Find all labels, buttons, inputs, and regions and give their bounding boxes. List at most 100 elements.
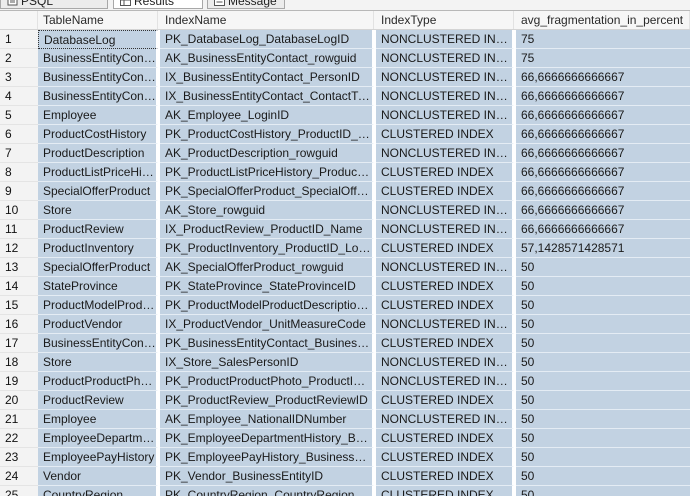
cell-avg-fragmentation[interactable]: 50 [516, 391, 690, 410]
cell-indexname[interactable]: PK_ProductCostHistory_ProductID_Star... [160, 125, 374, 144]
table-row[interactable]: 6 ProductCostHistory PK_ProductCostHistory… [0, 125, 690, 144]
column-header-indexname[interactable]: IndexName [160, 11, 374, 29]
cell-tablename[interactable]: BusinessEntityContact [38, 68, 158, 87]
cell-indexname[interactable]: PK_Vendor_BusinessEntityID [160, 467, 374, 486]
row-number[interactable]: 22 [0, 429, 38, 448]
row-number[interactable]: 12 [0, 239, 38, 258]
cell-tablename[interactable]: SpecialOfferProduct [38, 258, 158, 277]
cell-avg-fragmentation[interactable]: 75 [516, 49, 690, 68]
row-number[interactable]: 19 [0, 372, 38, 391]
cell-indextype[interactable]: NONCLUSTERED INDEX [376, 87, 514, 106]
cell-avg-fragmentation[interactable]: 66,6666666666667 [516, 220, 690, 239]
row-number[interactable]: 13 [0, 258, 38, 277]
cell-tablename[interactable]: Store [38, 353, 158, 372]
cell-avg-fragmentation[interactable]: 57,1428571428571 [516, 239, 690, 258]
cell-tablename[interactable]: Employee [38, 106, 158, 125]
cell-tablename[interactable]: StateProvince [38, 277, 158, 296]
row-number[interactable]: 16 [0, 315, 38, 334]
cell-avg-fragmentation[interactable]: 50 [516, 372, 690, 391]
table-row[interactable]: 18 Store IX_Store_SalesPersonID NONCLUSTERE… [0, 353, 690, 372]
cell-indexname[interactable]: PK_EmployeePayHistory_BusinessEntity... [160, 448, 374, 467]
cell-indexname[interactable]: IX_BusinessEntityContact_PersonID [160, 68, 374, 87]
row-number[interactable]: 24 [0, 467, 38, 486]
cell-indexname[interactable]: AK_Employee_NationalIDNumber [160, 410, 374, 429]
cell-avg-fragmentation[interactable]: 66,6666666666667 [516, 68, 690, 87]
cell-indextype[interactable]: CLUSTERED INDEX [376, 391, 514, 410]
results-grid[interactable]: TableName IndexName IndexType avg_fragme… [0, 11, 690, 496]
cell-indextype[interactable]: CLUSTERED INDEX [376, 239, 514, 258]
cell-indextype[interactable]: NONCLUSTERED INDEX [376, 106, 514, 125]
table-row[interactable]: 16 ProductVendor IX_ProductVendor_UnitMeas… [0, 315, 690, 334]
cell-tablename[interactable]: SpecialOfferProduct [38, 182, 158, 201]
row-number[interactable]: 21 [0, 410, 38, 429]
table-row[interactable]: 23 EmployeePayHistory PK_EmployeePayHistor… [0, 448, 690, 467]
cell-indextype[interactable]: NONCLUSTERED INDEX [376, 410, 514, 429]
cell-tablename[interactable]: CountryRegion [38, 486, 158, 496]
cell-avg-fragmentation[interactable]: 50 [516, 353, 690, 372]
cell-indextype[interactable]: CLUSTERED INDEX [376, 296, 514, 315]
cell-indextype[interactable]: CLUSTERED INDEX [376, 163, 514, 182]
cell-tablename[interactable]: Vendor [38, 467, 158, 486]
cell-tablename[interactable]: ProductCostHistory [38, 125, 158, 144]
cell-avg-fragmentation[interactable]: 66,6666666666667 [516, 106, 690, 125]
table-row[interactable]: 17 BusinessEntityContact PK_BusinessEntity… [0, 334, 690, 353]
cell-indexname[interactable]: PK_SpecialOfferProduct_SpecialOfferID... [160, 182, 374, 201]
cell-avg-fragmentation[interactable]: 66,6666666666667 [516, 201, 690, 220]
table-row[interactable]: 20 ProductReview PK_ProductReview_ProductR… [0, 391, 690, 410]
table-row[interactable]: 7 ProductDescription AK_ProductDescription… [0, 144, 690, 163]
cell-indexname[interactable]: AK_ProductDescription_rowguid [160, 144, 374, 163]
table-row[interactable]: 24 Vendor PK_Vendor_BusinessEntityID CLUSTE… [0, 467, 690, 486]
column-header-indextype[interactable]: IndexType [376, 11, 514, 29]
cell-tablename[interactable]: ProductDescription [38, 144, 158, 163]
cell-tablename[interactable]: Store [38, 201, 158, 220]
cell-tablename[interactable]: EmployeePayHistory [38, 448, 158, 467]
row-number[interactable]: 11 [0, 220, 38, 239]
tab-results[interactable]: Results [113, 0, 203, 9]
cell-avg-fragmentation[interactable]: 66,6666666666667 [516, 125, 690, 144]
cell-indextype[interactable]: NONCLUSTERED INDEX [376, 372, 514, 391]
cell-indexname[interactable]: IX_BusinessEntityContact_ContactTypeID [160, 87, 374, 106]
cell-tablename[interactable]: ProductReview [38, 391, 158, 410]
table-row[interactable]: 11 ProductReview IX_ProductReview_ProductI… [0, 220, 690, 239]
cell-avg-fragmentation[interactable]: 50 [516, 334, 690, 353]
table-row[interactable]: 9 SpecialOfferProduct PK_SpecialOfferProdu… [0, 182, 690, 201]
cell-indexname[interactable]: PK_CountryRegion_CountryRegionCode [160, 486, 374, 496]
row-number[interactable]: 23 [0, 448, 38, 467]
row-number[interactable]: 6 [0, 125, 38, 144]
cell-avg-fragmentation[interactable]: 50 [516, 448, 690, 467]
cell-indextype[interactable]: NONCLUSTERED INDEX [376, 68, 514, 87]
cell-indextype[interactable]: NONCLUSTERED INDEX [376, 315, 514, 334]
cell-indexname[interactable]: PK_StateProvince_StateProvinceID [160, 277, 374, 296]
cell-indextype[interactable]: CLUSTERED INDEX [376, 125, 514, 144]
table-row[interactable]: 25 CountryRegion PK_CountryRegion_CountryR… [0, 486, 690, 496]
cell-tablename[interactable]: ProductModelProdu... [38, 296, 158, 315]
row-number[interactable]: 10 [0, 201, 38, 220]
cell-avg-fragmentation[interactable]: 50 [516, 315, 690, 334]
cell-indextype[interactable]: CLUSTERED INDEX [376, 277, 514, 296]
cell-indexname[interactable]: PK_EmployeeDepartmentHistory_Busine... [160, 429, 374, 448]
cell-indextype[interactable]: NONCLUSTERED INDEX [376, 201, 514, 220]
column-header-tablename[interactable]: TableName [38, 11, 158, 29]
cell-avg-fragmentation[interactable]: 50 [516, 258, 690, 277]
cell-tablename[interactable]: ProductListPriceHist... [38, 163, 158, 182]
cell-indextype[interactable]: CLUSTERED INDEX [376, 467, 514, 486]
row-number[interactable]: 8 [0, 163, 38, 182]
cell-tablename[interactable]: BusinessEntityContact [38, 334, 158, 353]
cell-tablename[interactable]: ProductInventory [38, 239, 158, 258]
row-number[interactable]: 4 [0, 87, 38, 106]
cell-indextype[interactable]: CLUSTERED INDEX [376, 429, 514, 448]
cell-indexname[interactable]: PK_BusinessEntityContact_BusinessEnti... [160, 334, 374, 353]
cell-indexname[interactable]: PK_DatabaseLog_DatabaseLogID [160, 30, 374, 49]
cell-indexname[interactable]: AK_Employee_LoginID [160, 106, 374, 125]
cell-indexname[interactable]: PK_ProductReview_ProductReviewID [160, 391, 374, 410]
table-row[interactable]: 8 ProductListPriceHist... PK_ProductListPr… [0, 163, 690, 182]
table-row[interactable]: 3 BusinessEntityContact IX_BusinessEntityC… [0, 68, 690, 87]
table-row[interactable]: 10 Store AK_Store_rowguid NONCLUSTERED INDE… [0, 201, 690, 220]
table-row[interactable]: 22 EmployeeDepartmen... PK_EmployeeDepartm… [0, 429, 690, 448]
cell-avg-fragmentation[interactable]: 66,6666666666667 [516, 163, 690, 182]
row-number-header[interactable] [0, 11, 38, 29]
cell-indextype[interactable]: NONCLUSTERED INDEX [376, 258, 514, 277]
row-number[interactable]: 25 [0, 486, 38, 496]
table-row[interactable]: 12 ProductInventory PK_ProductInventory_Pr… [0, 239, 690, 258]
cell-indextype[interactable]: CLUSTERED INDEX [376, 448, 514, 467]
